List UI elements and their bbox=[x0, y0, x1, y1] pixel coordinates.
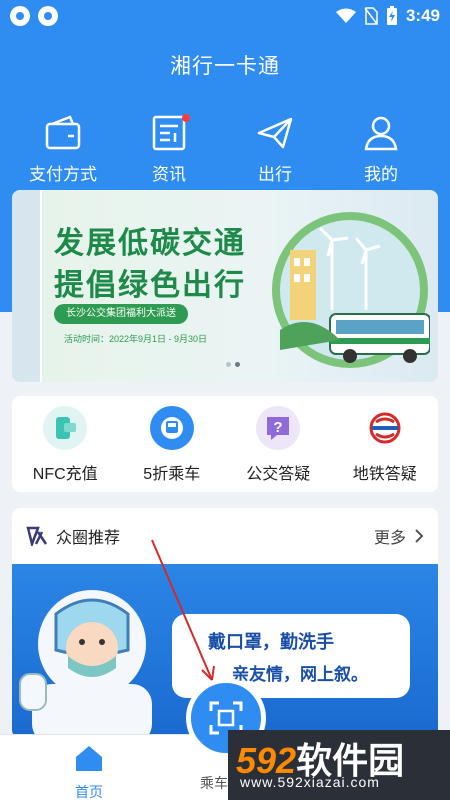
tab-ride[interactable]: 乘车 bbox=[200, 769, 228, 793]
carousel-dot[interactable] bbox=[226, 362, 231, 367]
svg-text:?: ? bbox=[274, 419, 283, 436]
tab-home[interactable]: 首页 bbox=[72, 743, 106, 800]
no-sim-icon bbox=[364, 7, 378, 25]
user-icon bbox=[364, 116, 398, 151]
notification-icon bbox=[38, 6, 58, 26]
poster-slogan: 亲友情，网上叙。 bbox=[232, 665, 368, 685]
zhongquan-logo-icon bbox=[26, 526, 48, 546]
service-bus-faq[interactable]: ? 公交答疑 bbox=[225, 396, 332, 492]
quick-services: NFC充值 5折乘车 ? 公交答疑 地铁答疑 bbox=[12, 396, 438, 492]
clock: 3:49 bbox=[405, 6, 440, 25]
more-label: 更多 bbox=[373, 530, 406, 547]
nav-label: 我的 bbox=[364, 165, 398, 184]
service-label: 地铁答疑 bbox=[352, 466, 417, 483]
service-metro-faq[interactable]: 地铁答疑 bbox=[332, 396, 439, 492]
banner-headline: 提倡绿色出行 bbox=[54, 269, 246, 302]
nav-item-news[interactable]: 资讯 bbox=[116, 114, 222, 185]
nfc-card-icon bbox=[43, 406, 88, 450]
paper-plane-icon bbox=[257, 117, 293, 149]
banner-headline: 发展低碳交通 bbox=[54, 227, 246, 260]
service-label: 5折乘车 bbox=[143, 466, 201, 483]
service-half-price-ride[interactable]: 5折乘车 bbox=[119, 396, 226, 492]
service-label: 公交答疑 bbox=[246, 466, 311, 483]
nav-item-mine[interactable]: 我的 bbox=[328, 114, 434, 185]
chevron-right-icon bbox=[415, 529, 424, 543]
notification-icon bbox=[10, 6, 30, 26]
wifi-icon bbox=[335, 8, 356, 23]
medical-worker-illustration bbox=[19, 590, 152, 738]
poster-slogan: 戴口罩，勤洗手 bbox=[208, 632, 334, 653]
service-label: NFC充值 bbox=[32, 466, 98, 483]
more-link[interactable]: 更多 bbox=[374, 524, 424, 548]
nav-item-payment[interactable]: 支付方式 bbox=[10, 114, 116, 185]
section-header: 众圈推荐 更多 bbox=[12, 508, 438, 564]
section-title: 众圈推荐 bbox=[56, 530, 121, 547]
page-title: 湘行一卡通 bbox=[170, 55, 280, 78]
carousel-dot[interactable] bbox=[235, 362, 240, 367]
question-icon: ? bbox=[256, 406, 301, 450]
nav-label: 资讯 bbox=[152, 165, 186, 184]
nav-label: 出行 bbox=[258, 165, 292, 184]
status-bar: 3:49 bbox=[0, 0, 450, 32]
watermark-url: www.592xiazai.com bbox=[240, 774, 380, 790]
green-bus-illustration bbox=[272, 212, 430, 368]
home-icon bbox=[76, 746, 102, 771]
previous-banner-peek bbox=[12, 190, 42, 382]
nav-label: 支付方式 bbox=[29, 165, 97, 184]
tab-label: 首页 bbox=[75, 784, 103, 800]
service-nfc-recharge[interactable]: NFC充值 bbox=[12, 396, 119, 492]
unread-badge bbox=[182, 114, 190, 122]
site-watermark: 592软件园 www.592xiazai.com bbox=[228, 730, 450, 800]
nav-item-travel[interactable]: 出行 bbox=[222, 114, 328, 185]
carousel-indicator bbox=[226, 362, 240, 367]
banner-date: 活动时间：2022年9月1日 - 9月30日 bbox=[64, 334, 208, 344]
promo-banner[interactable]: 发展低碳交通 提倡绿色出行 长沙公交集团福利大派送 活动时间：2022年9月1日… bbox=[12, 190, 438, 382]
battery-icon bbox=[386, 6, 397, 25]
bus-discount-icon bbox=[149, 406, 194, 450]
metro-logo-icon bbox=[362, 406, 407, 450]
tab-label: 乘车 bbox=[200, 775, 228, 791]
banner-tag: 长沙公交集团福利大派送 bbox=[54, 304, 188, 324]
wallet-icon bbox=[45, 115, 81, 150]
top-nav: 支付方式 资讯 出行 我的 bbox=[0, 114, 450, 185]
